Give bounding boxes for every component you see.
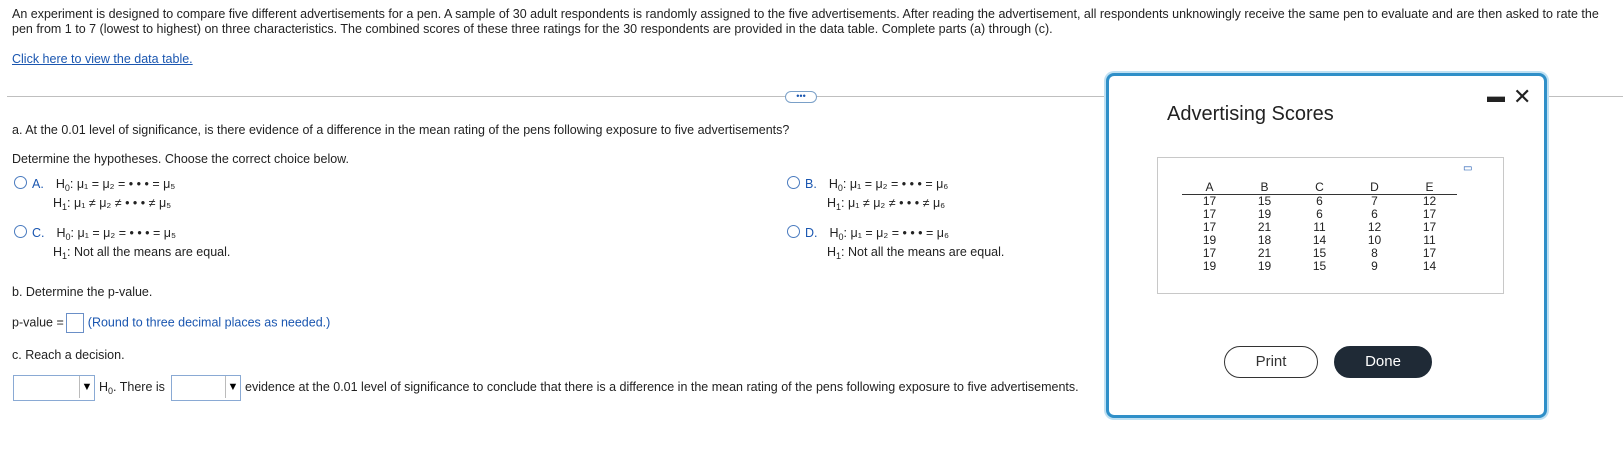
option-b-h1: μ₁ ≠ μ₂ ≠ • • • ≠ μ₆ [848, 196, 946, 210]
option-d-h0: μ₁ = μ₂ = • • • = μ₆ [850, 226, 950, 240]
option-d-h1: Not all the means are equal. [848, 245, 1005, 259]
option-letter: D. [805, 226, 818, 240]
option-c-h1: Not all the means are equal. [74, 245, 231, 259]
column-header: A [1182, 180, 1237, 195]
column-header: C [1292, 180, 1347, 195]
h0-label: H0: [829, 226, 851, 242]
option-letter: C. [32, 226, 45, 240]
h0-label: H0: [55, 177, 77, 193]
table-cell: 14 [1422, 259, 1437, 273]
option-b-h0: μ₁ = μ₂ = • • • = μ₆ [849, 177, 949, 191]
dropdown-arrow-icon: ▼ [79, 376, 94, 398]
table-cell: 6 [1316, 194, 1323, 208]
decision-conclusion: evidence at the 0.01 level of significan… [245, 380, 1079, 394]
option-letter: A. [32, 177, 44, 191]
decision-h0-text: H0. There is [99, 380, 165, 396]
radio-icon[interactable] [787, 176, 800, 189]
part-c-question: c. Reach a decision. [12, 348, 125, 362]
done-button[interactable]: Done [1334, 346, 1432, 378]
h0-label: H0: [56, 226, 78, 242]
column-header: D [1347, 180, 1402, 195]
table-cell: 19 [1257, 259, 1272, 273]
option-a-h1-line: H1: μ₁ ≠ μ₂ ≠ • • • ≠ μ₅ [53, 196, 172, 212]
radio-icon[interactable] [787, 225, 800, 238]
option-b-h1-line: H1: μ₁ ≠ μ₂ ≠ • • • ≠ μ₆ [827, 196, 946, 212]
close-icon[interactable]: ✕ [1513, 86, 1531, 108]
print-button[interactable]: Print [1224, 346, 1318, 378]
evidence-select[interactable]: ▼ [171, 375, 241, 401]
radio-icon[interactable] [14, 176, 27, 189]
view-data-table-link[interactable]: Click here to view the data table. [12, 52, 193, 66]
more-options-button[interactable]: ••• [785, 91, 817, 103]
option-d-h1-line: H1: Not all the means are equal. [827, 245, 1005, 261]
rounding-hint: (Round to three decimal places as needed… [87, 315, 331, 330]
table-row: 19 19 15 9 14 [1182, 260, 1457, 273]
pvalue-row: p-value = (Round to three decimal places … [12, 313, 330, 333]
option-a-h1: μ₁ ≠ μ₂ ≠ • • • ≠ μ₅ [74, 196, 172, 210]
option-a-h0: μ₁ = μ₂ = • • • = μ₅ [76, 177, 176, 191]
table-cell: 12 [1422, 194, 1437, 208]
dropdown-arrow-icon: ▼ [225, 376, 240, 398]
table-row: 17 15 6 7 12 [1182, 195, 1457, 209]
option-c-h0: μ₁ = μ₂ = • • • = μ₅ [77, 226, 177, 240]
minimize-icon[interactable]: ▬ [1487, 86, 1505, 107]
part-b-question: b. Determine the p-value. [12, 285, 153, 299]
option-letter: B. [805, 177, 817, 191]
table-cell: 15 [1257, 194, 1272, 208]
table-cell: 19 [1202, 259, 1217, 273]
decision-select[interactable]: ▼ [13, 375, 95, 401]
radio-icon[interactable] [14, 225, 27, 238]
column-header: B [1237, 180, 1292, 195]
part-a-question: a. At the 0.01 level of significance, is… [12, 123, 790, 137]
problem-intro: An experiment is designed to compare fiv… [12, 7, 1599, 36]
copy-icon[interactable]: ▭ [1463, 163, 1472, 174]
scores-table-container: ▭ A B C D E 17 15 6 7 12 17 19 6 6 17 17… [1157, 157, 1504, 294]
h0-label: H0: [828, 177, 850, 193]
data-table-dialog: Advertising Scores ▬ ✕ ▭ A B C D E 17 15… [1106, 73, 1547, 418]
option-c-h1-line: H1: Not all the means are equal. [53, 245, 231, 261]
table-cell: 9 [1371, 259, 1378, 273]
table-cell: 7 [1371, 194, 1378, 208]
pvalue-input[interactable] [65, 313, 84, 333]
pvalue-label: p-value = [12, 315, 64, 330]
scores-table: A B C D E 17 15 6 7 12 17 19 6 6 17 17 2… [1182, 180, 1457, 273]
dialog-title: Advertising Scores [1167, 103, 1334, 125]
hypotheses-prompt: Determine the hypotheses. Choose the cor… [12, 152, 349, 166]
table-cell: 17 [1202, 194, 1217, 208]
column-header: E [1402, 180, 1457, 195]
table-cell: 15 [1312, 259, 1327, 273]
